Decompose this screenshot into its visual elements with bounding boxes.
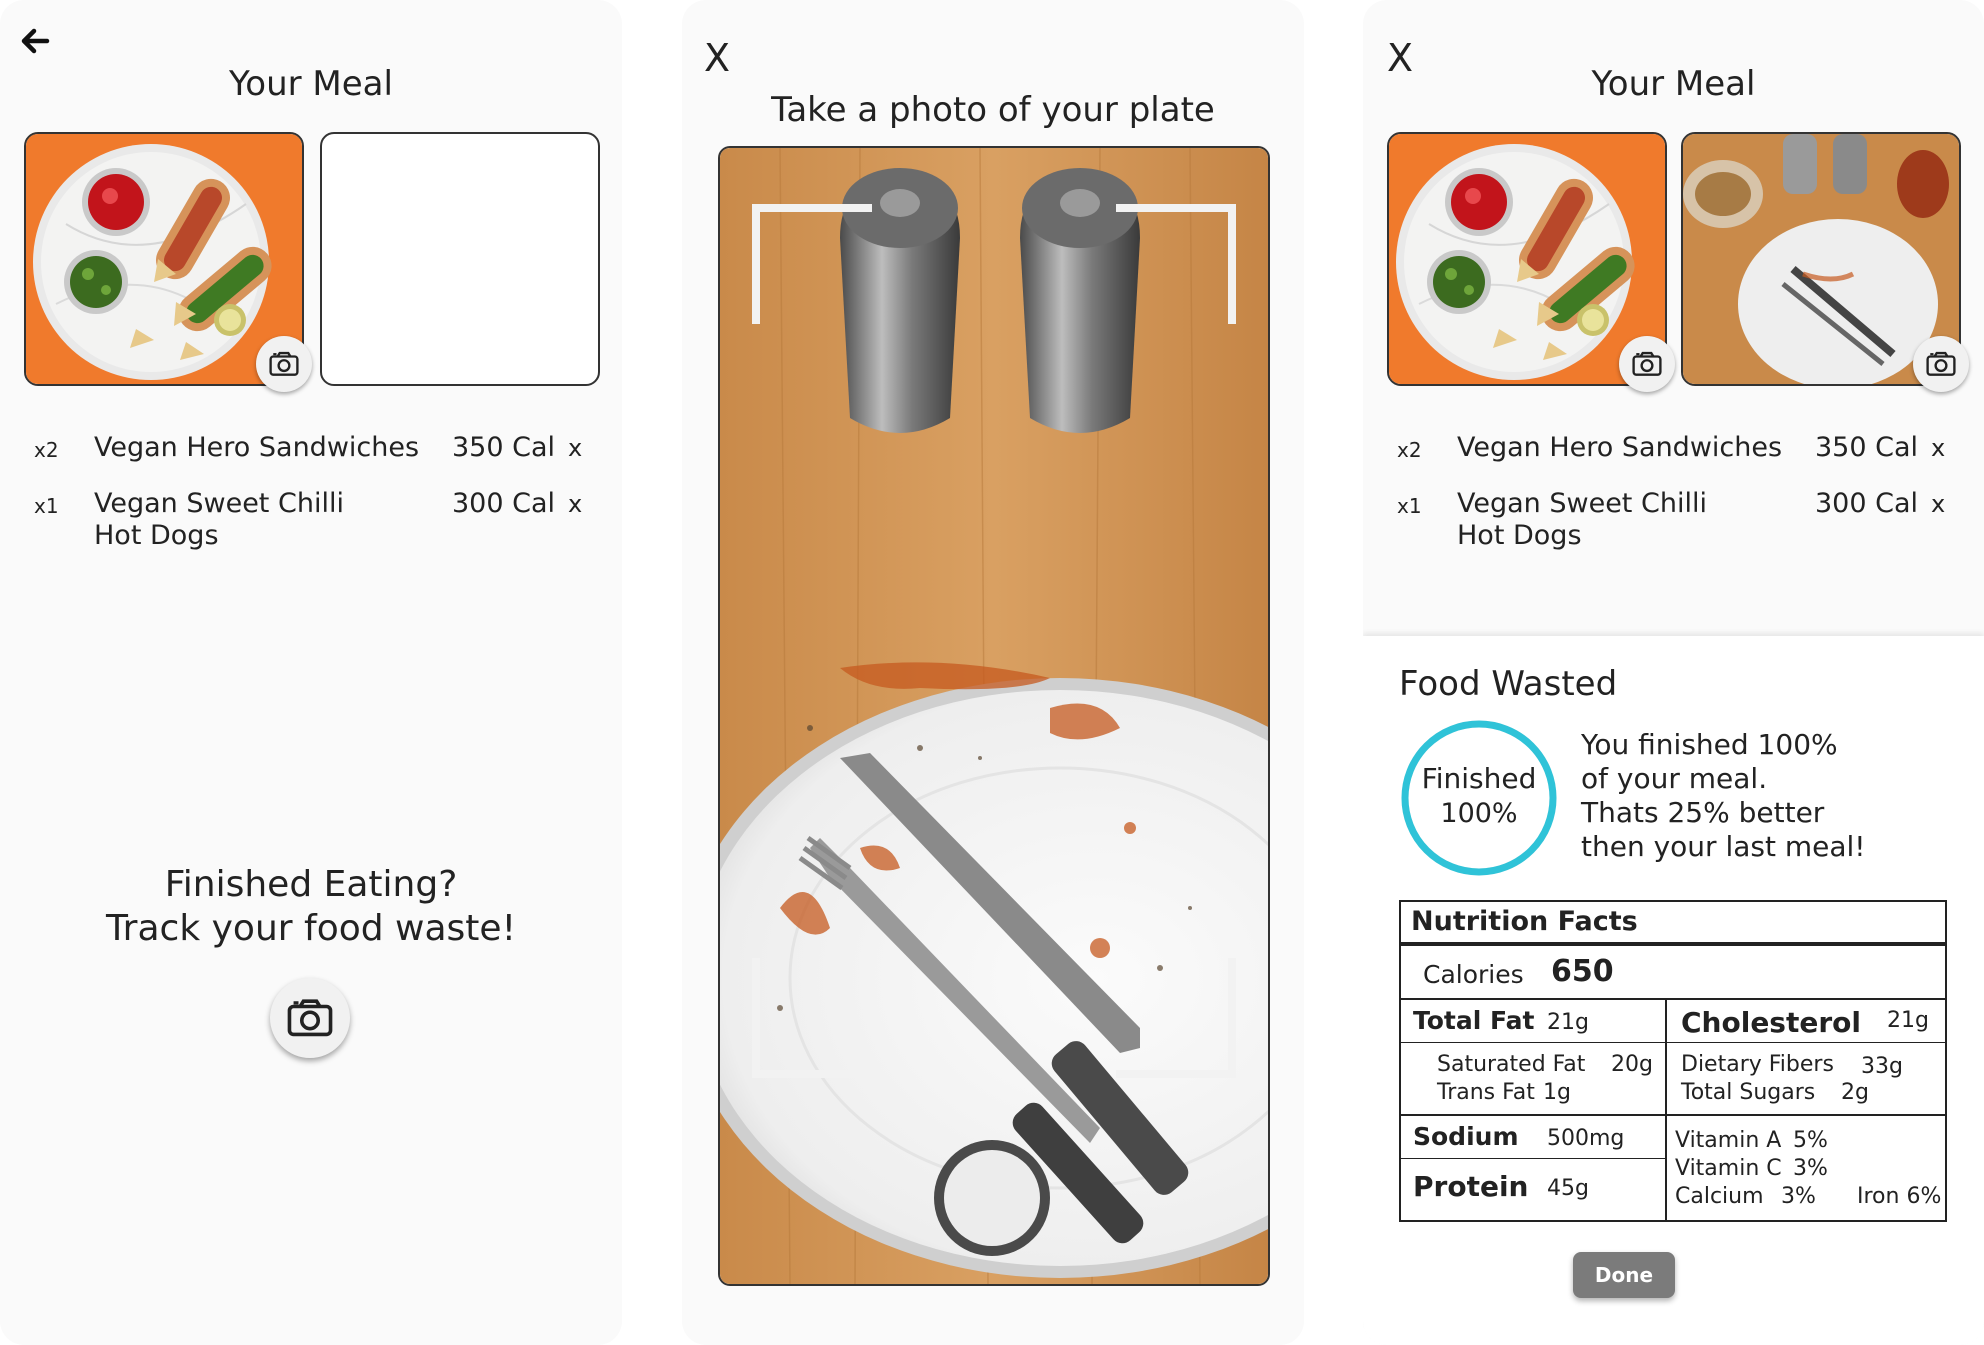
item-qty: x1 <box>34 494 59 518</box>
message-line: Thats 25% better <box>1581 796 1825 829</box>
sat-fat-value: 20g <box>1611 1052 1653 1077</box>
camera-icon <box>269 351 299 377</box>
close-button[interactable]: X <box>704 36 730 80</box>
page-title: Your Meal <box>229 64 393 104</box>
fibers-value: 33g <box>1861 1054 1903 1079</box>
item-name: Vegan Hero Sandwiches <box>94 432 420 463</box>
item-name: Vegan Hero Sandwiches <box>1457 432 1783 463</box>
calories-value: 650 <box>1551 954 1614 989</box>
sat-fat-label: Saturated Fat <box>1437 1052 1586 1077</box>
remove-item-button[interactable]: x <box>1931 490 1945 518</box>
item-name-cont: Hot Dogs <box>1457 520 1582 551</box>
iron-value: Iron 6% <box>1857 1184 1942 1209</box>
remove-item-button[interactable]: x <box>568 434 582 462</box>
remove-item-button[interactable]: x <box>1931 434 1945 462</box>
cholesterol-label: Cholesterol <box>1681 1006 1861 1039</box>
page-title: Take a photo of your plate <box>771 90 1215 130</box>
vitamin-c-value: 3% <box>1793 1156 1828 1181</box>
message-line: You finished 100% <box>1581 728 1838 761</box>
sugars-value: 2g <box>1841 1080 1869 1105</box>
item-calories: 350 Cal <box>1815 432 1919 463</box>
camera-viewfinder <box>718 146 1270 1286</box>
camera-icon <box>1632 351 1662 377</box>
back-arrow-icon[interactable] <box>20 26 50 56</box>
message-line: of your meal. <box>1581 762 1768 795</box>
done-button[interactable]: Done <box>1573 1252 1675 1298</box>
meal-screen-results: X Your Meal x2 Vegan Hero Sandwiches 350… <box>1363 0 1984 1345</box>
vitamin-a-label: Vitamin A <box>1675 1128 1782 1153</box>
camera-screen: X Take a photo of your plate <box>682 0 1304 1345</box>
protein-label: Protein <box>1413 1170 1529 1203</box>
prompt-text: Track your food waste! <box>105 908 516 949</box>
retake-photo-button[interactable] <box>1619 336 1675 392</box>
vitamin-a-value: 5% <box>1793 1128 1828 1153</box>
prompt-text: Finished Eating? <box>164 864 458 905</box>
calcium-value: 3% <box>1781 1184 1816 1209</box>
ring-label: Finished <box>1421 762 1537 795</box>
camera-icon <box>1926 351 1956 377</box>
vitamin-c-label: Vitamin C <box>1675 1156 1782 1181</box>
result-message: You finished 100% of your meal. Thats 25… <box>1581 728 1866 864</box>
item-calories: 300 Cal <box>452 488 556 519</box>
ring-value: 100% <box>1440 798 1518 829</box>
take-photo-button[interactable] <box>270 978 350 1058</box>
item-calories: 300 Cal <box>1815 488 1919 519</box>
calories-label: Calories <box>1423 960 1524 989</box>
shutter-button[interactable] <box>934 1140 1050 1256</box>
protein-value: 45g <box>1547 1176 1589 1201</box>
empty-photo-slot[interactable] <box>320 132 600 386</box>
nutrition-facts-table: Nutrition Facts Calories 650 Total Fat 2… <box>1399 900 1947 1222</box>
item-qty: x2 <box>1397 438 1422 462</box>
page-title: Your Meal <box>1591 64 1756 104</box>
fibers-label: Dietary Fibers <box>1681 1052 1834 1077</box>
item-name: Vegan Sweet Chilli <box>94 488 344 519</box>
cholesterol-value: 21g <box>1887 1008 1929 1033</box>
item-qty: x1 <box>1397 494 1422 518</box>
item-calories: 350 Cal <box>452 432 556 463</box>
calcium-label: Calcium <box>1675 1184 1764 1209</box>
message-line: then your last meal! <box>1581 830 1866 863</box>
retake-photo-button[interactable] <box>1913 336 1969 392</box>
trans-fat-value: 1g <box>1543 1080 1571 1105</box>
camera-icon <box>287 998 333 1038</box>
food-wasted-heading: Food Wasted <box>1399 664 1618 704</box>
item-qty: x2 <box>34 438 59 462</box>
retake-photo-button[interactable] <box>256 336 312 392</box>
meal-screen-empty: Your Meal x2 Vegan Hero Sandwiches 350 C… <box>0 0 622 1345</box>
total-fat-label: Total Fat <box>1413 1006 1535 1035</box>
results-panel: Food Wasted Finished 100% You finished 1… <box>1363 636 1984 1345</box>
finished-ring: Finished 100% <box>1399 718 1559 878</box>
sodium-value: 500mg <box>1547 1126 1625 1151</box>
item-name: Vegan Sweet Chilli <box>1457 488 1707 519</box>
item-name-cont: Hot Dogs <box>94 520 219 551</box>
nutrition-heading: Nutrition Facts <box>1411 906 1638 937</box>
total-fat-value: 21g <box>1547 1010 1589 1035</box>
trans-fat-label: Trans Fat <box>1437 1080 1535 1105</box>
remove-item-button[interactable]: x <box>568 490 582 518</box>
sodium-label: Sodium <box>1413 1122 1519 1151</box>
sugars-label: Total Sugars <box>1681 1080 1816 1105</box>
